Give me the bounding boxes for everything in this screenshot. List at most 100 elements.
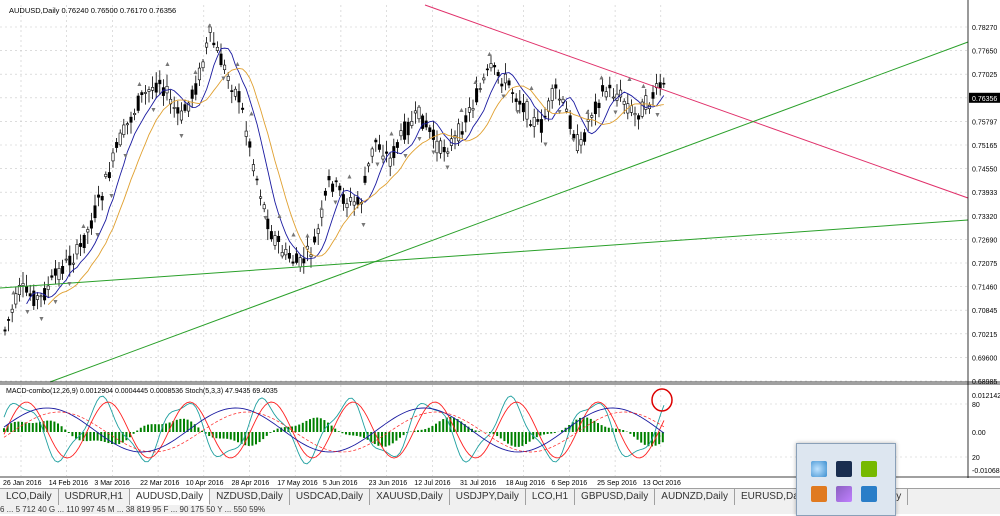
system-tray-popup xyxy=(796,443,896,516)
chart-header: AUDUSD,Daily 0.76240 0.76500 0.76170 0.7… xyxy=(9,6,176,15)
price-tick: 0.75165 xyxy=(972,143,997,150)
indicator-tick: 80 xyxy=(972,402,980,409)
cloud-icon[interactable] xyxy=(811,461,827,477)
svg-text:▼: ▼ xyxy=(402,153,409,160)
svg-text:▲: ▲ xyxy=(318,205,325,212)
indicator-tick: 0.00 xyxy=(972,430,986,437)
svg-text:▼: ▼ xyxy=(374,161,381,168)
time-tick: 3 Mar 2016 xyxy=(94,480,130,487)
price-tick: 0.68985 xyxy=(972,379,997,386)
tab-lco-daily[interactable]: LCO,Daily xyxy=(0,489,59,505)
svg-text:▼: ▼ xyxy=(500,94,507,101)
svg-text:▼: ▼ xyxy=(570,137,577,144)
svg-text:▲: ▲ xyxy=(584,109,591,116)
svg-text:▼: ▼ xyxy=(360,222,367,229)
svg-text:▼: ▼ xyxy=(52,299,59,306)
svg-text:▼: ▼ xyxy=(612,109,619,116)
indicator-tick: 20 xyxy=(972,455,980,462)
svg-text:▼: ▼ xyxy=(150,107,157,114)
svg-text:▲: ▲ xyxy=(598,75,605,82)
svg-text:▼: ▼ xyxy=(542,142,549,149)
price-tick: 0.78270 xyxy=(972,25,997,32)
svg-text:▼: ▼ xyxy=(38,316,45,323)
price-tick: 0.72075 xyxy=(972,261,997,268)
svg-text:▲: ▲ xyxy=(136,81,143,88)
svg-text:▼: ▼ xyxy=(66,281,73,288)
price-tick: 0.73320 xyxy=(972,214,997,221)
java-icon[interactable] xyxy=(811,486,827,502)
price-tick: 0.69600 xyxy=(972,355,997,362)
price-tick: 0.76356 xyxy=(972,96,997,103)
price-chart[interactable]: ▲ ▼ ▼ ▼ ▼ ▲ ▼ ▼ ▼ ▲ ▼ ▲ ▼ ▲ ▲ ▼ ▲ ▲ ▼ ▲ ▲ ▲ ▲ ▼ ▲ ▼ ▼ ▲ ▼ ▼ ▼ ▼ ▲ ▲ ▲ ▼ ▼ ▲ ▼ ▼… xyxy=(0,0,1000,488)
svg-text:▼: ▼ xyxy=(444,164,451,171)
svg-text:▼: ▼ xyxy=(122,153,129,160)
svg-text:▲: ▲ xyxy=(388,130,395,137)
time-tick: 18 Aug 2016 xyxy=(506,480,545,487)
svg-text:▼: ▼ xyxy=(332,200,339,207)
tab-gbpusd-daily[interactable]: GBPUSD,Daily xyxy=(575,489,655,505)
time-tick: 12 Jul 2016 xyxy=(414,480,450,487)
svg-text:▼: ▼ xyxy=(24,309,31,316)
indicator-tick: -0.010683 xyxy=(972,468,1000,475)
svg-text:▼: ▼ xyxy=(556,109,563,116)
svg-text:▼: ▼ xyxy=(514,109,521,116)
price-tick: 0.72690 xyxy=(972,237,997,244)
price-tick: 0.74550 xyxy=(972,167,997,174)
svg-text:▼: ▼ xyxy=(178,133,185,140)
svg-text:▲: ▲ xyxy=(346,173,353,180)
svg-text:▲: ▲ xyxy=(486,51,493,58)
monitor-icon[interactable] xyxy=(836,461,852,477)
time-tick: 25 Sep 2016 xyxy=(597,480,637,487)
svg-text:▲: ▲ xyxy=(640,83,647,90)
tab-usdjpy-daily[interactable]: USDJPY,Daily xyxy=(450,489,526,505)
svg-text:▲: ▲ xyxy=(192,69,199,76)
svg-text:▲: ▲ xyxy=(206,23,213,30)
tab-audusd-daily[interactable]: AUDUSD,Daily xyxy=(130,489,210,505)
price-tick: 0.75797 xyxy=(972,119,997,126)
time-tick: 28 Apr 2016 xyxy=(232,480,270,487)
tab-lco-h1[interactable]: LCO,H1 xyxy=(526,489,575,505)
svg-text:▼: ▼ xyxy=(430,150,437,157)
svg-text:▲: ▲ xyxy=(80,223,87,230)
indicator-tick: 0.012142 xyxy=(972,393,1000,400)
time-tick: 17 May 2016 xyxy=(277,480,318,487)
time-tick: 13 Oct 2016 xyxy=(643,480,681,487)
tab-usdrur-h1[interactable]: USDRUR,H1 xyxy=(59,489,130,505)
svg-text:▲: ▲ xyxy=(472,79,479,86)
svg-text:▲: ▲ xyxy=(458,107,465,114)
nvidia-icon[interactable] xyxy=(861,461,877,477)
time-tick: 23 Jun 2016 xyxy=(369,480,408,487)
time-tick: 6 Sep 2016 xyxy=(551,480,587,487)
chart-area[interactable]: ▲ ▼ ▼ ▼ ▼ ▲ ▼ ▼ ▼ ▲ ▼ ▲ ▼ ▲ ▲ ▼ ▲ ▲ ▼ ▲ ▲ ▲ ▲ ▼ ▲ ▼ ▼ ▲ ▼ ▼ ▼ ▼ ▲ ▲ ▲ ▼ ▼ ▲ ▼ ▼… xyxy=(0,0,1000,514)
network-icon[interactable] xyxy=(861,486,877,502)
svg-text:▲: ▲ xyxy=(276,213,283,220)
svg-text:▲: ▲ xyxy=(10,290,17,297)
price-tick: 0.77025 xyxy=(972,72,997,79)
time-tick: 10 Apr 2016 xyxy=(186,480,224,487)
price-tick: 0.71460 xyxy=(972,285,997,292)
tab-audnzd-daily[interactable]: AUDNZD,Daily xyxy=(655,489,735,505)
time-tick: 22 Mar 2016 xyxy=(140,480,179,487)
svg-text:▲: ▲ xyxy=(234,61,241,68)
tab-usdcad-daily[interactable]: USDCAD,Daily xyxy=(290,489,370,505)
indicator-header: MACD-combo(12,26,9) 0.0012904 0.0004445 … xyxy=(6,388,278,395)
svg-text:▲: ▲ xyxy=(626,76,633,83)
svg-text:▼: ▼ xyxy=(262,215,269,222)
pen-icon[interactable] xyxy=(836,486,852,502)
svg-text:▲: ▲ xyxy=(304,233,311,240)
svg-text:▲: ▲ xyxy=(164,61,171,68)
time-tick: 5 Jun 2016 xyxy=(323,480,358,487)
time-tick: 31 Jul 2016 xyxy=(460,480,496,487)
time-tick: 26 Jan 2016 xyxy=(3,480,42,487)
price-tick: 0.77650 xyxy=(972,49,997,56)
svg-text:▲: ▲ xyxy=(290,231,297,238)
tab-xauusd-daily[interactable]: XAUUSD,Daily xyxy=(370,489,450,505)
price-tick: 0.73933 xyxy=(972,190,997,197)
price-tick: 0.70215 xyxy=(972,332,997,339)
price-tick: 0.70845 xyxy=(972,308,997,315)
svg-text:▲: ▲ xyxy=(528,85,535,92)
svg-text:▼: ▼ xyxy=(108,193,115,200)
svg-text:▼: ▼ xyxy=(416,136,423,143)
tab-nzdusd-daily[interactable]: NZDUSD,Daily xyxy=(210,489,290,505)
svg-text:▲: ▲ xyxy=(248,110,255,117)
